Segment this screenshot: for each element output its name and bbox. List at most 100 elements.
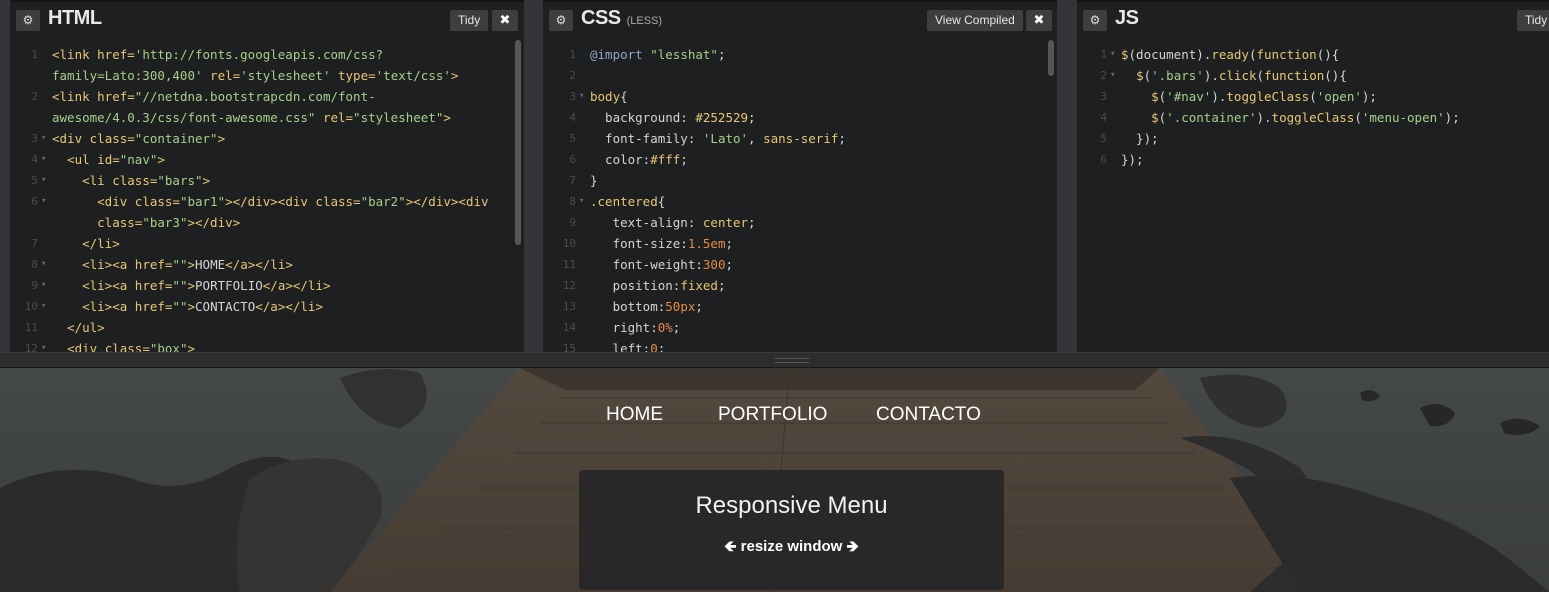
line-number: 5 bbox=[31, 174, 38, 187]
js-code-editor[interactable]: 1 ▾ $(document).ready(function(){ 2 ▾ $('.ba… bbox=[1077, 40, 1549, 352]
fold-arrow-icon[interactable]: ▾ bbox=[41, 275, 46, 296]
line-number: 6 bbox=[1100, 153, 1107, 166]
fold-arrow-icon[interactable]: ▾ bbox=[41, 296, 46, 317]
js-editor-panel: ⚙ JS Tidy 1 ▾ $(document).ready(function()… bbox=[1077, 0, 1549, 352]
line-number: 2 bbox=[569, 69, 576, 82]
code-line[interactable]: 6 ▾ <div class="bar1"></div><div class="b… bbox=[10, 191, 524, 212]
editor-area: ⚙ HTML Tidy ✖ 1 <link href='http://fonts.… bbox=[0, 0, 1549, 352]
code-line[interactable]: 3 ▾ <div class="container"> bbox=[10, 128, 524, 149]
code-line[interactable]: 12 position:fixed; bbox=[543, 275, 1057, 296]
code-line[interactable]: 9 ▾ <li><a href="">PORTFOLIO</a></li> bbox=[10, 275, 524, 296]
code-line[interactable]: awesome/4.0.3/css/font-awesome.css" rel=… bbox=[10, 107, 524, 128]
code-line[interactable]: 7} bbox=[543, 170, 1057, 191]
code-line[interactable]: 4 background: #252529; bbox=[543, 107, 1057, 128]
code-text: <li><a href="">CONTACTO</a></li> bbox=[82, 299, 323, 314]
code-line[interactable]: 6 color:#fff; bbox=[543, 149, 1057, 170]
code-line[interactable]: 1 <link href='http://fonts.googleapis.com… bbox=[10, 44, 524, 65]
code-text: } bbox=[590, 173, 598, 188]
line-number: 3 bbox=[569, 90, 576, 103]
code-text: </ul> bbox=[67, 320, 105, 335]
code-text: <li><a href="">HOME</a></li> bbox=[82, 257, 293, 272]
fold-arrow-icon[interactable]: ▾ bbox=[41, 254, 46, 275]
line-number: 5 bbox=[569, 132, 576, 145]
code-line[interactable]: 5 font-family: 'Lato', sans-serif; bbox=[543, 128, 1057, 149]
html-close-icon[interactable]: ✖ bbox=[492, 10, 518, 31]
fold-arrow-icon[interactable]: ▾ bbox=[579, 86, 584, 107]
fold-arrow-icon[interactable]: ▾ bbox=[1110, 65, 1115, 86]
html-panel-header: ⚙ HTML Tidy ✖ bbox=[10, 2, 524, 38]
html-settings-gear-icon[interactable]: ⚙ bbox=[16, 10, 40, 31]
code-line[interactable]: 3 $('#nav').toggleClass('open'); bbox=[1077, 86, 1549, 107]
code-line[interactable]: 8 ▾ <li><a href="">HOME</a></li> bbox=[10, 254, 524, 275]
code-text: <div class="container"> bbox=[52, 131, 226, 146]
fold-arrow-icon[interactable]: ▾ bbox=[579, 191, 584, 212]
line-number: 3 bbox=[1100, 90, 1107, 103]
code-line[interactable]: 13 bottom:50px; bbox=[543, 296, 1057, 317]
code-line[interactable]: 14 right:0%; bbox=[543, 317, 1057, 338]
code-line[interactable]: 10 font-size:1.5em; bbox=[543, 233, 1057, 254]
line-number: 6 bbox=[31, 195, 38, 208]
code-text: font-size:1.5em; bbox=[590, 236, 734, 251]
nav-portfolio-link[interactable]: PORTFOLIO bbox=[718, 404, 827, 426]
code-line[interactable]: 8 ▾ .centered{ bbox=[543, 191, 1057, 212]
code-line[interactable]: family=Lato:300,400' rel='stylesheet' ty… bbox=[10, 65, 524, 86]
css-close-icon[interactable]: ✖ bbox=[1026, 10, 1052, 31]
fold-arrow-icon[interactable]: ▾ bbox=[41, 170, 46, 191]
line-number: 4 bbox=[569, 111, 576, 124]
html-tidy-button[interactable]: Tidy bbox=[450, 10, 489, 31]
code-text: awesome/4.0.3/css/font-awesome.css" rel=… bbox=[52, 110, 451, 125]
css-settings-gear-icon[interactable]: ⚙ bbox=[549, 10, 573, 31]
code-text: body{ bbox=[590, 89, 628, 104]
code-line[interactable]: 12 ▾ <div class="box"> bbox=[10, 338, 524, 352]
code-line[interactable]: 2 bbox=[543, 65, 1057, 86]
code-line[interactable]: 10 ▾ <li><a href="">CONTACTO</a></li> bbox=[10, 296, 524, 317]
nav-contacto-link[interactable]: CONTACTO bbox=[876, 404, 981, 426]
arrow-left-icon: 🡸 bbox=[724, 538, 737, 555]
code-text: background: #252529; bbox=[590, 110, 756, 125]
code-line[interactable]: 4 $('.container').toggleClass('menu-open… bbox=[1077, 107, 1549, 128]
code-line[interactable]: 7 </li> bbox=[10, 233, 524, 254]
css-code-editor[interactable]: 1 @import "lesshat"; 2 3 ▾ body{4 background:… bbox=[543, 40, 1057, 352]
code-line[interactable]: 1 ▾ $(document).ready(function(){ bbox=[1077, 44, 1549, 65]
js-tidy-button[interactable]: Tidy bbox=[1517, 10, 1549, 31]
fold-arrow-icon[interactable]: ▾ bbox=[41, 149, 46, 170]
js-settings-gear-icon[interactable]: ⚙ bbox=[1083, 10, 1107, 31]
code-text: $(document).ready(function(){ bbox=[1121, 47, 1340, 62]
code-line[interactable]: 9 text-align: center; bbox=[543, 212, 1057, 233]
code-text: $('.bars').click(function(){ bbox=[1136, 68, 1347, 83]
code-line[interactable]: 2 ▾ $('.bars').click(function(){ bbox=[1077, 65, 1549, 86]
code-line[interactable]: 3 ▾ body{ bbox=[543, 86, 1057, 107]
code-line[interactable]: 5 ▾ <li class="bars"> bbox=[10, 170, 524, 191]
resize-handle[interactable] bbox=[0, 352, 1549, 368]
css-panel-title: CSS (LESS) bbox=[581, 7, 662, 30]
code-text: font-weight:300; bbox=[590, 257, 733, 272]
resize-window-text: resize window bbox=[740, 538, 843, 555]
line-number: 3 bbox=[31, 132, 38, 145]
code-line[interactable]: 4 ▾ <ul id="nav"> bbox=[10, 149, 524, 170]
nav-home-link[interactable]: HOME bbox=[606, 404, 663, 426]
view-compiled-button[interactable]: View Compiled bbox=[927, 10, 1023, 31]
code-text: }); bbox=[1121, 131, 1159, 146]
code-line[interactable]: class="bar3"></div> bbox=[10, 212, 524, 233]
css-scrollbar[interactable] bbox=[1048, 40, 1054, 76]
code-text: .centered{ bbox=[590, 194, 666, 209]
code-line[interactable]: 1 @import "lesshat"; bbox=[543, 44, 1057, 65]
code-text: right:0%; bbox=[590, 320, 681, 335]
code-line[interactable]: 6}); bbox=[1077, 149, 1549, 170]
line-number: 2 bbox=[1100, 69, 1107, 82]
code-line[interactable]: 5 }); bbox=[1077, 128, 1549, 149]
fold-arrow-icon[interactable]: ▾ bbox=[41, 191, 46, 212]
code-line[interactable]: 2 <link href="//netdna.bootstrapcdn.com/f… bbox=[10, 86, 524, 107]
code-line[interactable]: 11 font-weight:300; bbox=[543, 254, 1057, 275]
html-scrollbar[interactable] bbox=[515, 40, 521, 245]
fold-arrow-icon[interactable]: ▾ bbox=[1110, 44, 1115, 65]
line-number: 1 bbox=[1100, 48, 1107, 61]
html-code-editor[interactable]: 1 <link href='http://fonts.googleapis.com… bbox=[10, 40, 524, 352]
fold-arrow-icon[interactable]: ▾ bbox=[41, 338, 46, 352]
code-line[interactable]: 15 left:0; bbox=[543, 338, 1057, 352]
code-text: }); bbox=[1121, 152, 1144, 167]
code-line[interactable]: 11 </ul> bbox=[10, 317, 524, 338]
line-number: 4 bbox=[31, 153, 38, 166]
fold-arrow-icon[interactable]: ▾ bbox=[41, 128, 46, 149]
line-number: 7 bbox=[569, 174, 576, 187]
